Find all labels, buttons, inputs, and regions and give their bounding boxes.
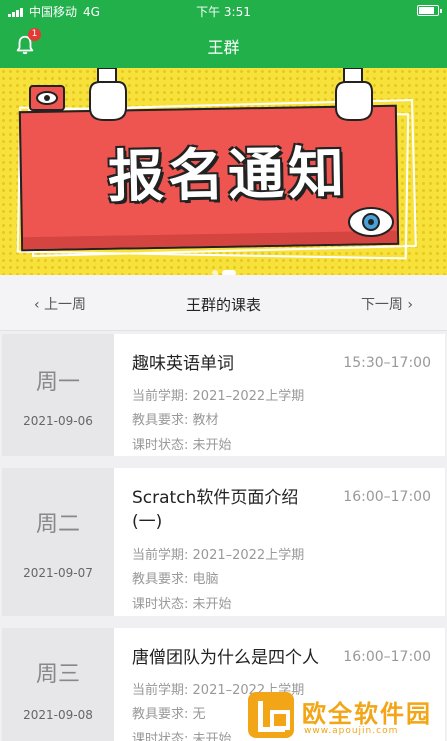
status-row: 课时状态: 未开始 bbox=[132, 728, 232, 741]
day-name: 周三 bbox=[35, 662, 80, 687]
semester-label: 当前学期: bbox=[132, 683, 189, 698]
status-value: 未开始 bbox=[192, 732, 232, 741]
nav-bar: 1 王群 bbox=[0, 22, 447, 68]
next-week-button[interactable]: 下一周 › bbox=[361, 294, 413, 314]
course-card[interactable]: 周二 2021-09-07 Scratch软件页面介绍(一) 16:00–17:… bbox=[2, 468, 445, 616]
status-label: 课时状态: bbox=[132, 597, 189, 612]
semester-value: 2021–2022上学期 bbox=[192, 389, 305, 404]
equipment-row: 教具要求: 电脑 bbox=[132, 568, 219, 587]
battery-icon bbox=[417, 5, 442, 16]
semester-value: 2021–2022上学期 bbox=[192, 548, 305, 563]
banner-text: 报名通知 bbox=[107, 140, 349, 211]
equipment-row: 教具要求: 教材 bbox=[132, 409, 219, 428]
page-title: 王群 bbox=[207, 38, 240, 57]
course-time: 16:00–17:00 bbox=[343, 649, 431, 665]
equipment-label: 教具要求: bbox=[132, 572, 189, 587]
semester-label: 当前学期: bbox=[132, 389, 189, 404]
status-label: 课时状态: bbox=[132, 732, 189, 741]
status-value: 未开始 bbox=[192, 438, 232, 453]
semester-label: 当前学期: bbox=[132, 548, 189, 563]
watermark: 欧全软件园 www.apoujin.com bbox=[240, 690, 447, 741]
hand-icon bbox=[89, 68, 127, 121]
course-time: 15:30–17:00 bbox=[343, 355, 431, 371]
day-date: 2021-09-08 bbox=[23, 708, 93, 722]
day-name: 周二 bbox=[35, 512, 80, 537]
day-column bbox=[2, 468, 114, 616]
day-date: 2021-09-07 bbox=[23, 566, 93, 580]
status-bar: 中国移动 4G 下午 3:51 bbox=[0, 0, 447, 22]
hand-icon bbox=[335, 68, 373, 121]
semester-row: 当前学期: 2021–2022上学期 bbox=[132, 544, 304, 563]
equipment-value: 电脑 bbox=[192, 572, 219, 587]
next-week-label: 下一周 bbox=[360, 297, 403, 313]
equipment-label: 教具要求: bbox=[132, 413, 189, 428]
equipment-value: 无 bbox=[192, 707, 206, 722]
semester-row: 当前学期: 2021–2022上学期 bbox=[132, 385, 304, 404]
carousel-indicator bbox=[0, 262, 447, 275]
status-time: 下午 3:51 bbox=[196, 5, 251, 19]
status-value: 未开始 bbox=[192, 597, 232, 612]
course-time: 16:00–17:00 bbox=[343, 489, 431, 505]
course-card[interactable]: 周一 2021-09-06 趣味英语单词 15:30–17:00 当前学期: 2… bbox=[2, 334, 445, 456]
course-title: 趣味英语单词 bbox=[132, 354, 234, 374]
day-name: 周一 bbox=[35, 370, 80, 395]
tv-eye-icon bbox=[29, 85, 65, 111]
equipment-value: 教材 bbox=[192, 413, 219, 428]
week-navigation: ‹ 上一周 王群的课表 下一周 › bbox=[0, 275, 447, 331]
status-row: 课时状态: 未开始 bbox=[132, 593, 232, 612]
watermark-url: www.apoujin.com bbox=[304, 726, 399, 736]
course-title: 唐僧团队为什么是四个人 bbox=[132, 648, 319, 668]
status-label: 课时状态: bbox=[132, 438, 189, 453]
eye-icon bbox=[348, 207, 394, 237]
watermark-text: 欧全软件园 bbox=[302, 700, 432, 728]
equipment-label: 教具要求: bbox=[132, 707, 189, 722]
banner-carousel[interactable]: 报名通知 bbox=[0, 68, 447, 275]
equipment-row: 教具要求: 无 bbox=[132, 703, 206, 722]
chevron-right-icon: › bbox=[407, 297, 413, 313]
day-date: 2021-09-06 bbox=[23, 414, 93, 428]
watermark-logo-icon bbox=[248, 692, 294, 738]
course-title: Scratch软件页面介绍(一) bbox=[132, 488, 299, 532]
status-row: 课时状态: 未开始 bbox=[132, 434, 232, 453]
